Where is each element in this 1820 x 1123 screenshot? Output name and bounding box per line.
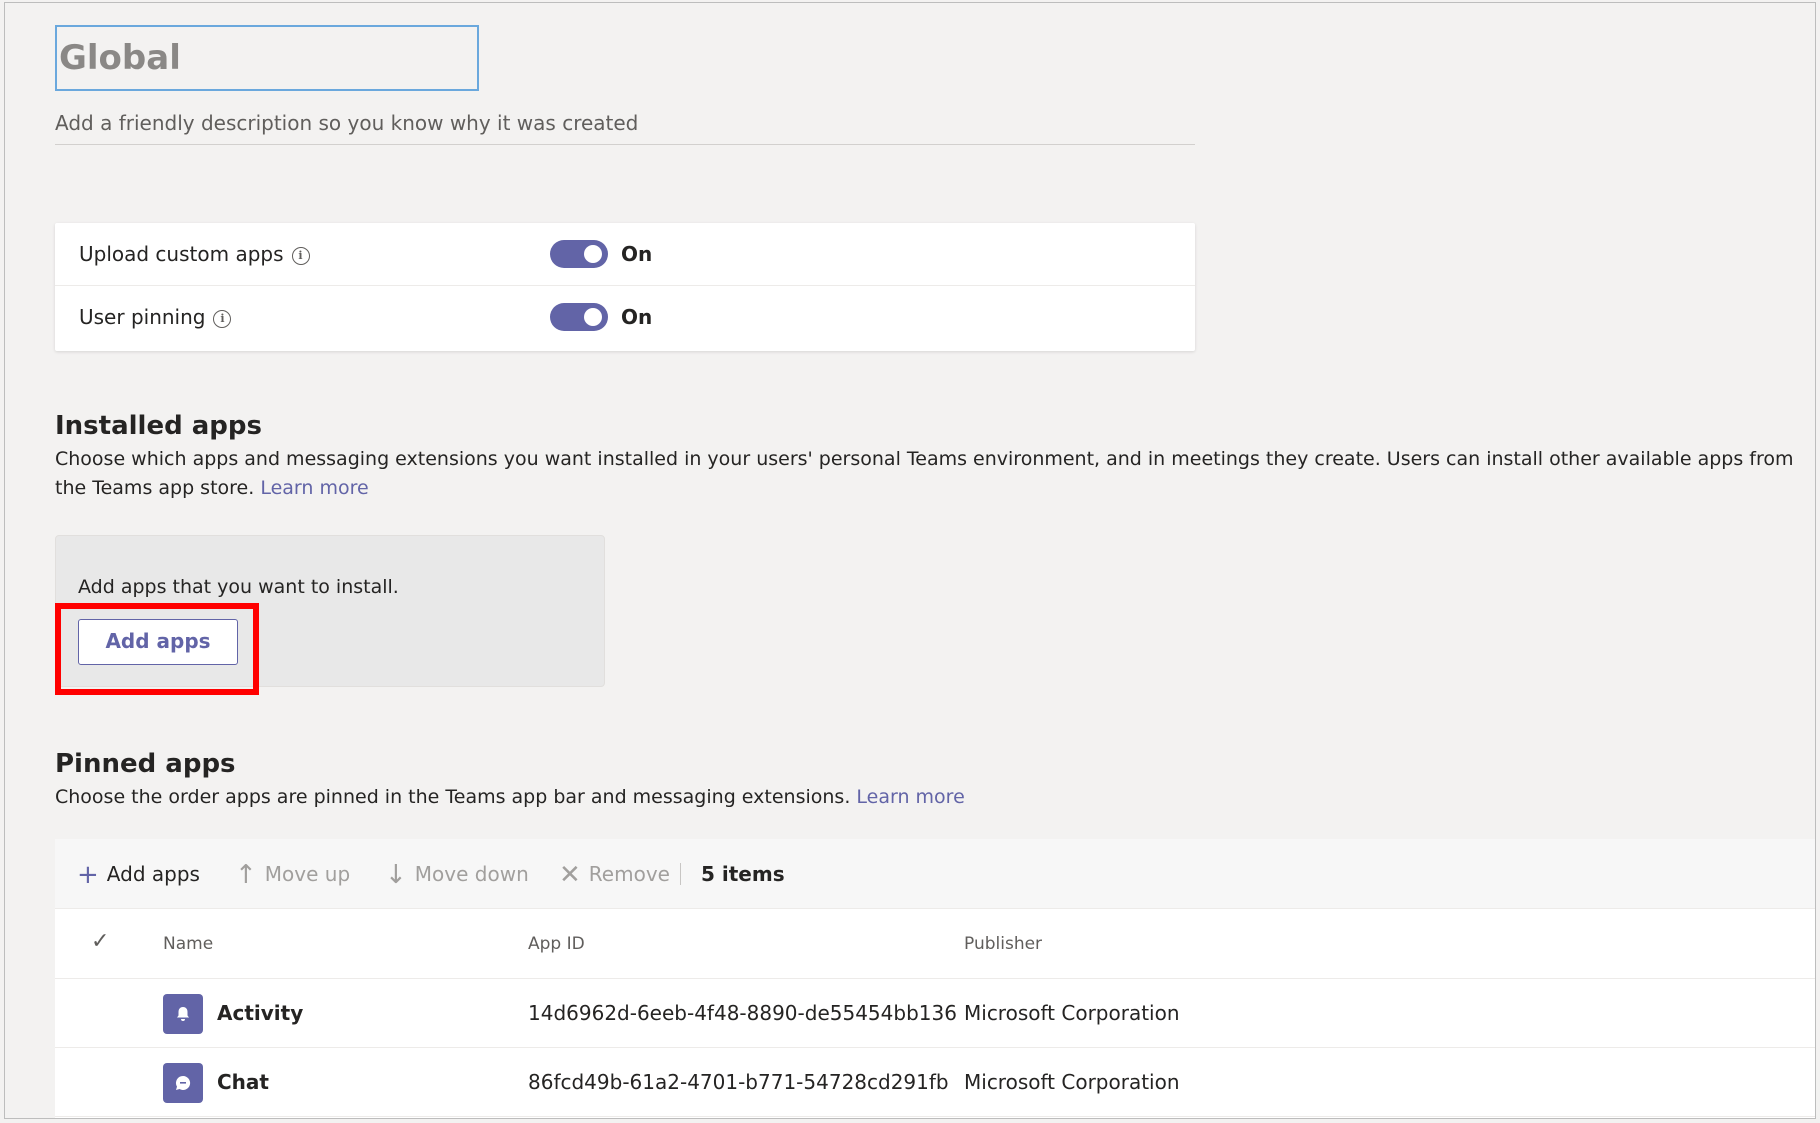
chat-bubble-icon (163, 1063, 203, 1103)
select-all-checkmark-icon[interactable]: ✓ (91, 909, 109, 975)
bell-icon (163, 994, 203, 1034)
column-header-app-id[interactable]: App ID (528, 909, 585, 979)
toolbar-move-up-label: Move up (264, 862, 351, 886)
setting-row-user-pinning: User pinning i On (55, 286, 1195, 348)
toolbar-remove-label: Remove (588, 862, 670, 886)
toggle-knob (584, 308, 602, 326)
pinned-apps-learn-more-link[interactable]: Learn more (856, 786, 964, 808)
table-header: ✓ Name App ID Publisher (55, 909, 1815, 979)
pinned-apps-description: Choose the order apps are pinned in the … (55, 783, 965, 812)
toolbar-add-apps-label: Add apps (106, 862, 200, 886)
pinned-apps-toolbar: + Add apps ↑ Move up ↓ Move down ✕ Remove 5 … (55, 839, 1815, 910)
policy-description-input[interactable]: Add a friendly description so you know w… (55, 103, 1195, 145)
installed-apps-title: Installed apps (55, 411, 262, 441)
setting-row-upload-custom-apps: Upload custom apps i On (55, 223, 1195, 286)
setting-label-text: User pinning (79, 305, 206, 329)
policy-name-input[interactable]: Global (55, 25, 479, 91)
column-header-publisher[interactable]: Publisher (964, 909, 1042, 979)
settings-card: Upload custom apps i On User pinning i On (55, 223, 1195, 351)
toolbar-add-apps-button[interactable]: + Add apps (77, 839, 200, 910)
app-frame: Global Add a friendly description so you… (4, 2, 1816, 1119)
install-apps-prompt: Add apps that you want to install. (78, 576, 399, 598)
user-pinning-toggle[interactable] (550, 303, 608, 331)
setting-label-text: Upload custom apps (79, 242, 284, 266)
app-publisher: Microsoft Corporation (964, 1070, 1180, 1094)
table-row[interactable]: Activity 14d6962d-6eeb-4f48-8890-de55454… (55, 979, 1815, 1048)
setting-label: Upload custom apps i (79, 223, 310, 285)
info-icon[interactable]: i (291, 246, 310, 265)
upload-custom-apps-toggle[interactable] (550, 240, 608, 268)
pinned-apps-table: ✓ Name App ID Publisher Activity 14d6962… (55, 909, 1815, 1118)
toggle-state-label: On (621, 242, 653, 266)
arrow-down-icon: ↓ (385, 860, 407, 890)
toolbar-move-up-button[interactable]: ↑ Move up (235, 839, 350, 910)
pinned-apps-description-text: Choose the order apps are pinned in the … (55, 786, 851, 808)
add-installed-apps-button[interactable]: Add apps (78, 619, 238, 665)
pinned-apps-title: Pinned apps (55, 749, 236, 779)
app-name: Activity (217, 1001, 304, 1025)
app-publisher: Microsoft Corporation (964, 1001, 1180, 1025)
install-apps-box: Add apps that you want to install. Add a… (55, 535, 605, 687)
toggle-knob (584, 245, 602, 263)
column-header-name[interactable]: Name (163, 909, 213, 979)
table-row[interactable]: Chat 86fcd49b-61a2-4701-b771-54728cd291f… (55, 1048, 1815, 1117)
toolbar-separator (680, 863, 681, 885)
plus-icon: + (77, 860, 99, 890)
setting-label: User pinning i (79, 286, 232, 348)
toggle-state-label: On (621, 305, 653, 329)
toolbar-move-down-button[interactable]: ↓ Move down (385, 839, 529, 910)
app-id: 86fcd49b-61a2-4701-b771-54728cd291fb (528, 1070, 949, 1094)
items-count: 5 items (701, 862, 785, 886)
app-id: 14d6962d-6eeb-4f48-8890-de55454bb136 (528, 1001, 957, 1025)
close-icon: ✕ (559, 860, 581, 890)
app-name: Chat (217, 1070, 269, 1094)
installed-apps-learn-more-link[interactable]: Learn more (260, 477, 368, 499)
toolbar-move-down-label: Move down (414, 862, 529, 886)
installed-apps-description: Choose which apps and messaging extensio… (55, 445, 1815, 503)
toolbar-remove-button[interactable]: ✕ Remove (559, 839, 670, 910)
arrow-up-icon: ↑ (235, 860, 257, 890)
info-icon[interactable]: i (213, 309, 232, 328)
